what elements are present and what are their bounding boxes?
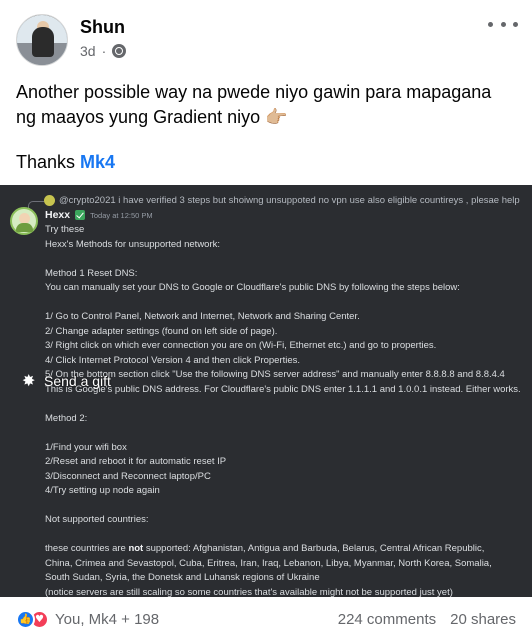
hexx-name: Hexx <box>45 209 71 221</box>
message-line: 5/ On the bottom section click "Use the … <box>45 369 505 380</box>
reaction-count: You, Mk4 + 198 <box>55 611 160 628</box>
reactions-summary[interactable]: 👍 ♥ You, Mk4 + 198 <box>16 610 159 629</box>
countries-post: supported: Afghanistan, Antigua and Barb… <box>143 543 485 554</box>
post-text-line-1: Another possible way na pwede niyo gawin… <box>16 82 492 102</box>
countries-line-3: South Sudan, Syria, the Donetsk and Luha… <box>45 572 320 583</box>
verified-icon <box>75 210 86 220</box>
countries-pre: these countries are <box>45 543 129 554</box>
message-line: Method 1 Reset DNS: <box>45 267 138 279</box>
reply-text: @crypto2021 i have verified 3 steps but … <box>59 195 520 206</box>
message-line: You can manually set your DNS to Google … <box>45 282 460 293</box>
message-header: Hexx Today at 12:50 PM <box>45 209 153 221</box>
message-line: 4/Try setting up node again <box>45 485 160 496</box>
post-time[interactable]: 3d <box>80 43 96 59</box>
countries-line-2: China, Crimea and Sevastopol, Cuba, Erit… <box>45 557 492 569</box>
like-icon: 👍 <box>16 610 35 629</box>
author-avatar[interactable] <box>16 14 68 66</box>
message-line: 2/ Change adapter settings (found on lef… <box>45 325 278 337</box>
dot-icon <box>513 21 518 27</box>
send-gift-label: Send a gift <box>44 373 111 389</box>
reply-avatar <box>44 195 55 206</box>
message-line: 1/ Go to Control Panel, Network and Inte… <box>45 311 360 322</box>
message-line: This is Google's public DNS address. For… <box>45 383 521 395</box>
message-body: Try these Hexx's Methods for unsupported… <box>45 223 525 597</box>
countries-line-1: these countries are not supported: Afgha… <box>45 542 525 557</box>
more-options-button[interactable] <box>488 14 518 34</box>
message-line: 1/Find your wifi box <box>45 441 127 453</box>
dot-icon <box>500 21 506 27</box>
post-header: Shun 3d · <box>0 0 532 72</box>
message-line: 3/Disconnect and Reconnect laptop/PC <box>45 470 211 482</box>
shares-count[interactable]: 20 shares <box>450 611 516 628</box>
hexx-avatar <box>10 207 38 235</box>
message-line: Not supported countries: <box>45 514 149 525</box>
thanks-line: Thanks Mk4 <box>16 150 115 175</box>
reply-reference: @crypto2021 i have verified 3 steps but … <box>44 195 520 206</box>
author-name[interactable]: Shun <box>80 17 125 38</box>
send-gift-button[interactable]: Send a gift <box>22 371 111 390</box>
separator: · <box>101 43 107 59</box>
dot-icon <box>488 21 493 27</box>
post-text-line-2-text: ng maayos yung Gradient niyo <box>16 107 261 127</box>
message-line: Try these <box>45 224 85 235</box>
gift-icon <box>22 371 38 390</box>
thanks-text: Thanks <box>16 152 81 172</box>
post-text: Another possible way na pwede niyo gawin… <box>16 80 516 130</box>
post-text-line-2: ng maayos yung Gradient niyo 👉🏼 <box>16 105 516 130</box>
message-line: Method 2: <box>45 412 88 424</box>
post-meta: 3d · <box>80 43 127 59</box>
message-line: 4/ Click Internet Protocol Version 4 and… <box>45 354 301 366</box>
countries-not: not <box>128 543 144 554</box>
countries-line-4: (notice servers are still scaling so som… <box>45 586 453 598</box>
message-line: 3/ Right click on which ever connection … <box>45 340 437 351</box>
post-footer: 👍 ♥ You, Mk4 + 198 224 comments 20 share… <box>0 597 532 640</box>
reaction-icons: 👍 ♥ <box>16 610 49 629</box>
message-timestamp: Today at 12:50 PM <box>90 210 153 220</box>
message-line: 2/Reset and reboot it for automatic rese… <box>45 456 227 467</box>
pointing-emoji: 👉🏼 <box>265 107 288 127</box>
globe-icon <box>112 44 127 58</box>
post-stats: 224 comments 20 shares <box>338 611 516 628</box>
mention-link[interactable]: Mk4 <box>80 152 115 172</box>
comments-count[interactable]: 224 comments <box>338 611 436 628</box>
message-line: Hexx's Methods for unsupported network: <box>45 238 221 250</box>
discord-screenshot[interactable]: @crypto2021 i have verified 3 steps but … <box>0 185 532 597</box>
